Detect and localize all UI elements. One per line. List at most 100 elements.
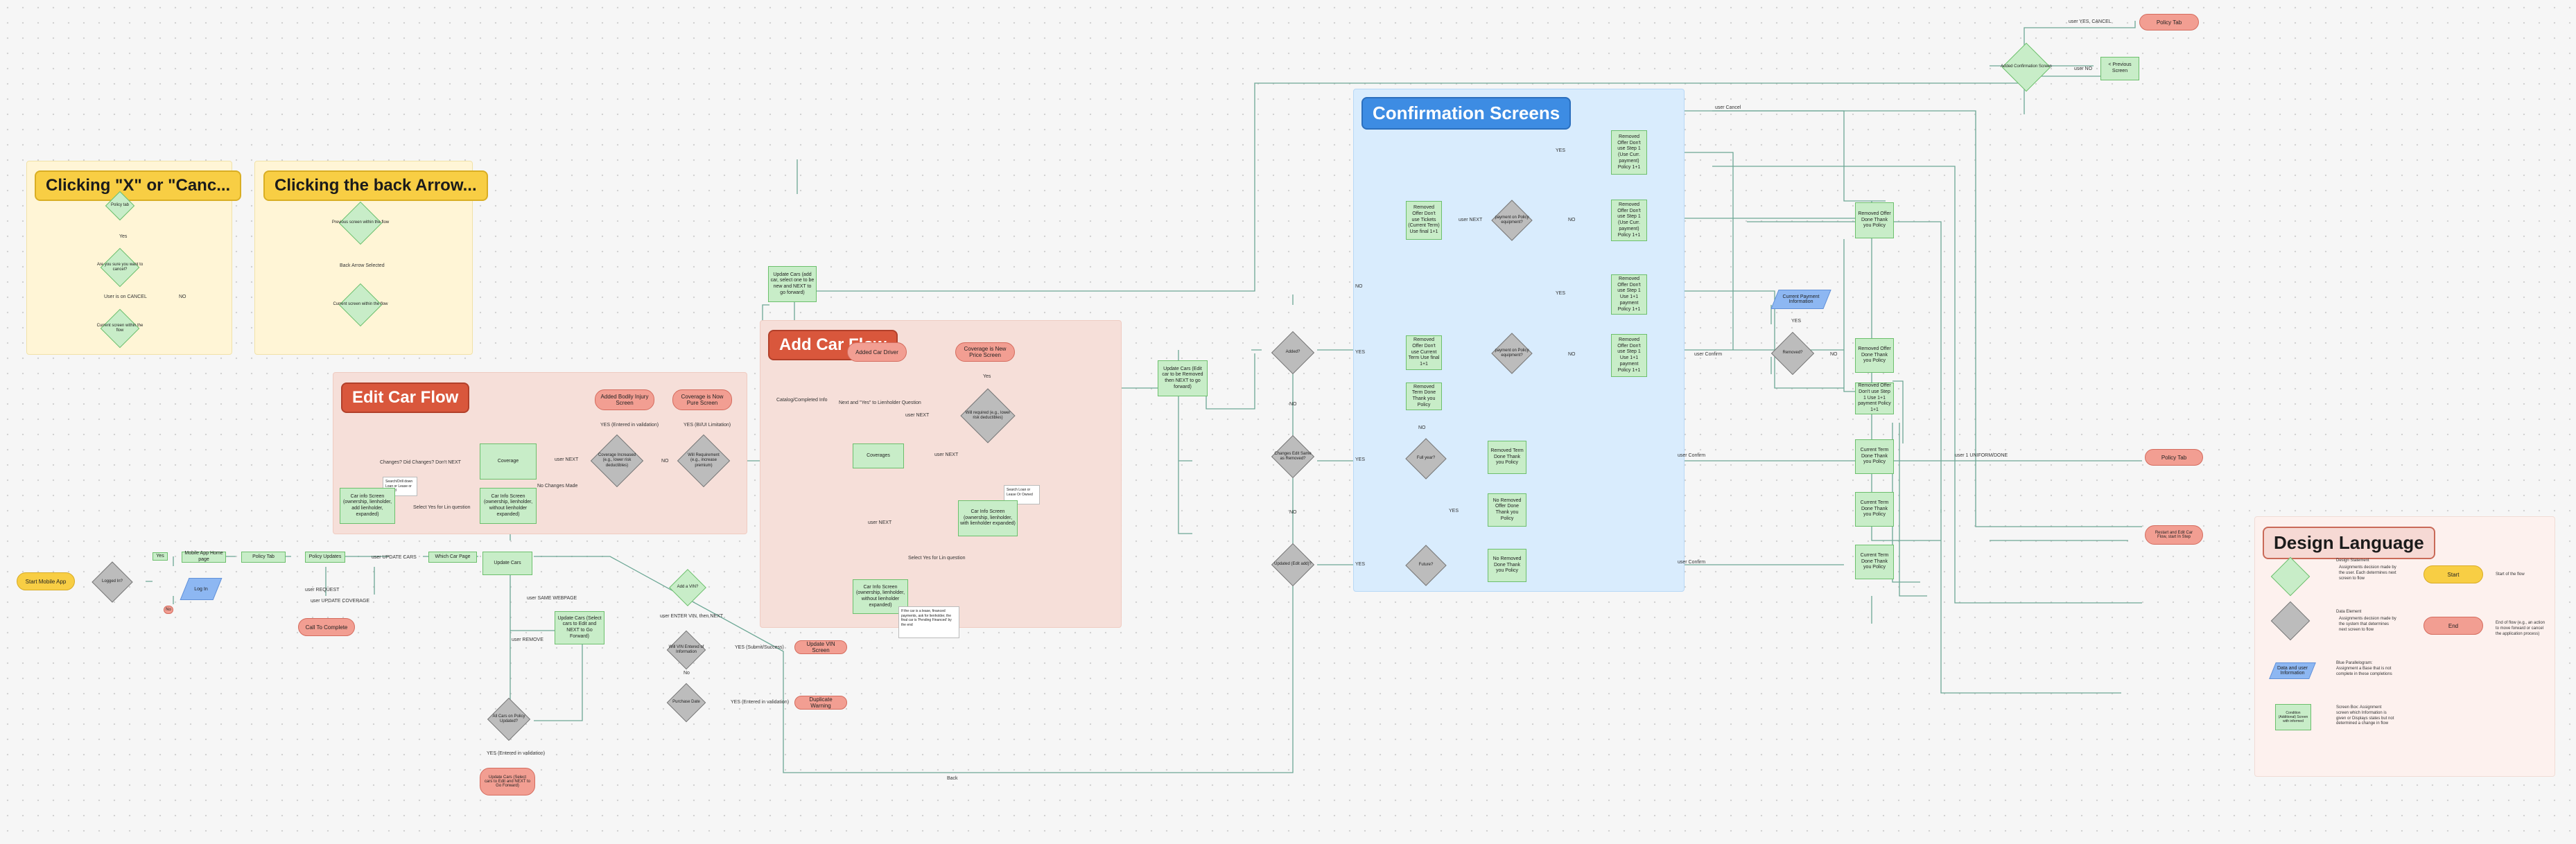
cancel-confirm-diamond: Are you sure you want to cancel? [89, 247, 151, 288]
user-updates-label: user UPDATE CARS [372, 555, 417, 560]
change-page-box[interactable]: Which Car Page [428, 552, 477, 563]
edit-car-info-box[interactable]: Car info Screen (ownership, lienholder, … [340, 488, 395, 524]
back-current-diamond: Current screen within the flow [322, 283, 399, 327]
update-cars-end-pill: Update Cars (Select cars to Edit and NEX… [480, 768, 535, 795]
user-clicks-cancel-label: user YES, CANCEL [2069, 19, 2112, 24]
update-ticket-box[interactable]: Update Cars [482, 552, 532, 575]
conf-yes2-label: YES [1355, 457, 1366, 462]
login-parallelogram[interactable]: Log In [180, 578, 223, 600]
yes-entered2-label: YES (Entered in validation) [731, 700, 790, 705]
removed-q-diamond: Removed? [1768, 331, 1818, 376]
add-note2: If the car is a lease, financed payments… [898, 606, 959, 638]
removed-term1-box: Removed Offer Don't use Step 1 (Use Curr… [1611, 130, 1647, 175]
restart-pill: Restart and Edit Car Flow, start In Step [2145, 525, 2203, 545]
edit-no-label: NO [661, 459, 669, 464]
add-update-cars-box[interactable]: Update Cars (add car, select one to be n… [768, 266, 817, 302]
payment-q-diamond: payment on Policy equipment? [1488, 200, 1536, 241]
home-box[interactable]: Mobile App Home page [182, 551, 226, 563]
user-next-conf-label: user NEXT [1459, 218, 1483, 222]
yes-tag: Yes [153, 552, 168, 561]
no-removed-box: No Removed Offer Done Thank you Policy [1488, 493, 1526, 527]
edit-changes-label: Changes? Did Changes? Don't NEXT [380, 460, 461, 465]
flowchart-canvas: Clicking "X" or "Canc... Policy tab Yes … [0, 0, 2576, 844]
removed-final-box: Removed Offer Don't use Step 1 Use 1+1 p… [1855, 383, 1894, 414]
conf-yes-future-label: YES [1449, 509, 1459, 513]
add-select-yes-label: Select Yes for Lin question [908, 556, 966, 561]
add-will-require-diamond: Will required (e.g., lower risk deductib… [957, 388, 1019, 443]
add-car-info-screen-box[interactable]: Car Info Screen (ownership, lienholder, … [958, 500, 1018, 536]
legend-end-pill: End [2423, 617, 2483, 635]
start-pill[interactable]: Start Mobile App [17, 572, 75, 590]
conf-no2-label: NO [1289, 402, 1297, 407]
legend-screen-desc: Screen Box: Assignment screen which Info… [2336, 705, 2394, 726]
user-confirm2-label: user Confirm [1678, 453, 1706, 458]
edit-yes-bi-label: YES (BI/UI Limitation) [684, 423, 731, 428]
no-tag: No [164, 606, 173, 614]
update-vin-pill: Update VIN Screen [794, 640, 847, 654]
add-user-next3-label: user NEXT [868, 520, 892, 525]
add-user-next-label: user NEXT [905, 413, 930, 418]
user-no-label: user NO [2074, 67, 2093, 71]
conf-no-right-label: NO [1830, 352, 1838, 357]
cancel-yes-cancel-label: User is on CANCEL [104, 294, 147, 299]
add-car-section [760, 320, 1122, 628]
add-coverages-box[interactable]: Coverages [853, 443, 904, 468]
user-confirm3-label: user Confirm [1678, 560, 1706, 565]
no-removed2-box: No Removed Done Thank you Policy [1488, 549, 1526, 582]
policy-updates-box[interactable]: Policy Updates [305, 552, 345, 563]
legend-parallelogram: Data and user Information [2269, 662, 2316, 679]
finished-q-diamond: Updated (Edit add)? [1267, 543, 1319, 587]
removed-term4-box: Removed Offer Don't use Step 1 Use 1+1 p… [1611, 334, 1647, 377]
policy-tab-box[interactable]: Policy Tab [241, 552, 286, 563]
back-section-title: Clicking the back Arrow... [263, 170, 488, 201]
full-year-diamond: Full year? [1402, 438, 1450, 480]
legend-parallelogram-desc: Blue Parallelogram: Assignment a Base th… [2336, 661, 2392, 676]
legend-design-statement-desc: Assignments decision made by the user. E… [2339, 565, 2396, 581]
removed-done4-box: Current Term Done Thank you Policy [1855, 439, 1894, 474]
edit-car-info-ownership-box[interactable]: Car Info Screen (ownership, lienholder, … [480, 488, 537, 524]
policy-tab-end-pill: Policy Tab [2145, 449, 2203, 466]
edit-added-bi-pill: Added Bodily Injury Screen [595, 389, 654, 410]
added-q-diamond: Added? [1267, 331, 1319, 375]
policy-tab-top-pill: Policy Tab [2139, 14, 2199, 30]
update-final-box[interactable]: Update Cars (Select cars to Edit and NEX… [555, 611, 604, 644]
user-cancel-label: user Cancel [1715, 105, 1741, 110]
call-to-complete-pill: Call To Complete [298, 618, 355, 636]
conf-yes3-label: YES [1355, 562, 1366, 567]
conf-no-full-label: NO [1418, 425, 1426, 430]
conf-yes-pay2-label: YES [1556, 291, 1566, 296]
edit-yes-entered-label: YES (Entered in validation) [600, 423, 659, 428]
add-next-label: Next and "Yes" to Lienholder Question [839, 401, 921, 405]
user-request2-label: user SAME WEBPAGE [527, 596, 577, 601]
conf-no-pay-label: NO [1568, 218, 1576, 222]
add-added-car-pill: Added Car Driver [847, 342, 907, 362]
edit-coverage-no-more-pill: Coverage is Now Pure Screen [672, 389, 732, 410]
previous-screen-box[interactable]: < Previous Screen [2100, 57, 2139, 80]
conf-no1-label: NO [1355, 284, 1363, 289]
removed-term2-box: Removed Offer Don't use Step 1 (Use Curr… [1611, 200, 1647, 241]
cancel-yes-label: Yes [119, 234, 128, 239]
cancel-no-label: NO [179, 294, 186, 299]
add-update-cars2-box[interactable]: Update Cars (Edit car to be Removed then… [1158, 360, 1208, 396]
edit-select-yes-label: Select Yes for Lin question [413, 505, 471, 510]
removed-term3-box: Removed Offer Don't use Step 1 Use 1+1 p… [1611, 274, 1647, 315]
edit-user-next-label: user NEXT [555, 457, 579, 462]
logged-in-diamond: Logged In? [90, 561, 134, 603]
purchase-date-diamond: Purchase Date [659, 683, 714, 723]
user-request-label: user REQUEST [305, 588, 340, 592]
removed-ok-box: Removed Offer Done Thank you Policy [1855, 202, 1894, 238]
legend-system-diamond [2268, 601, 2313, 641]
legend-system-title: Data Element [2336, 610, 2362, 614]
removed-done5-box: Current Term Done Thank you Policy [1855, 492, 1894, 527]
no-vin-label: No [684, 671, 690, 676]
legend-section-title: Design Language [2263, 527, 2435, 559]
legend-design-statement-diamond [2268, 556, 2313, 597]
edit-coverage-box[interactable]: Coverage [480, 443, 537, 480]
payment-q2-diamond: payment on Policy equipment? [1488, 333, 1536, 374]
cancel-current-screen-diamond: Current screen within the flow [89, 308, 151, 349]
removed-q2-diamond: Changes Edit Same as Removed? [1267, 434, 1319, 479]
add-catalog-label: Catalog/Completed Info [776, 398, 828, 403]
all-cars-diamond: All Cars on Policy Updated? [478, 697, 539, 741]
will-vin-diamond: Will VIN Entered of Information [659, 630, 714, 670]
legend-screen-box: Condition (Additional) Screen with infor… [2275, 704, 2311, 730]
